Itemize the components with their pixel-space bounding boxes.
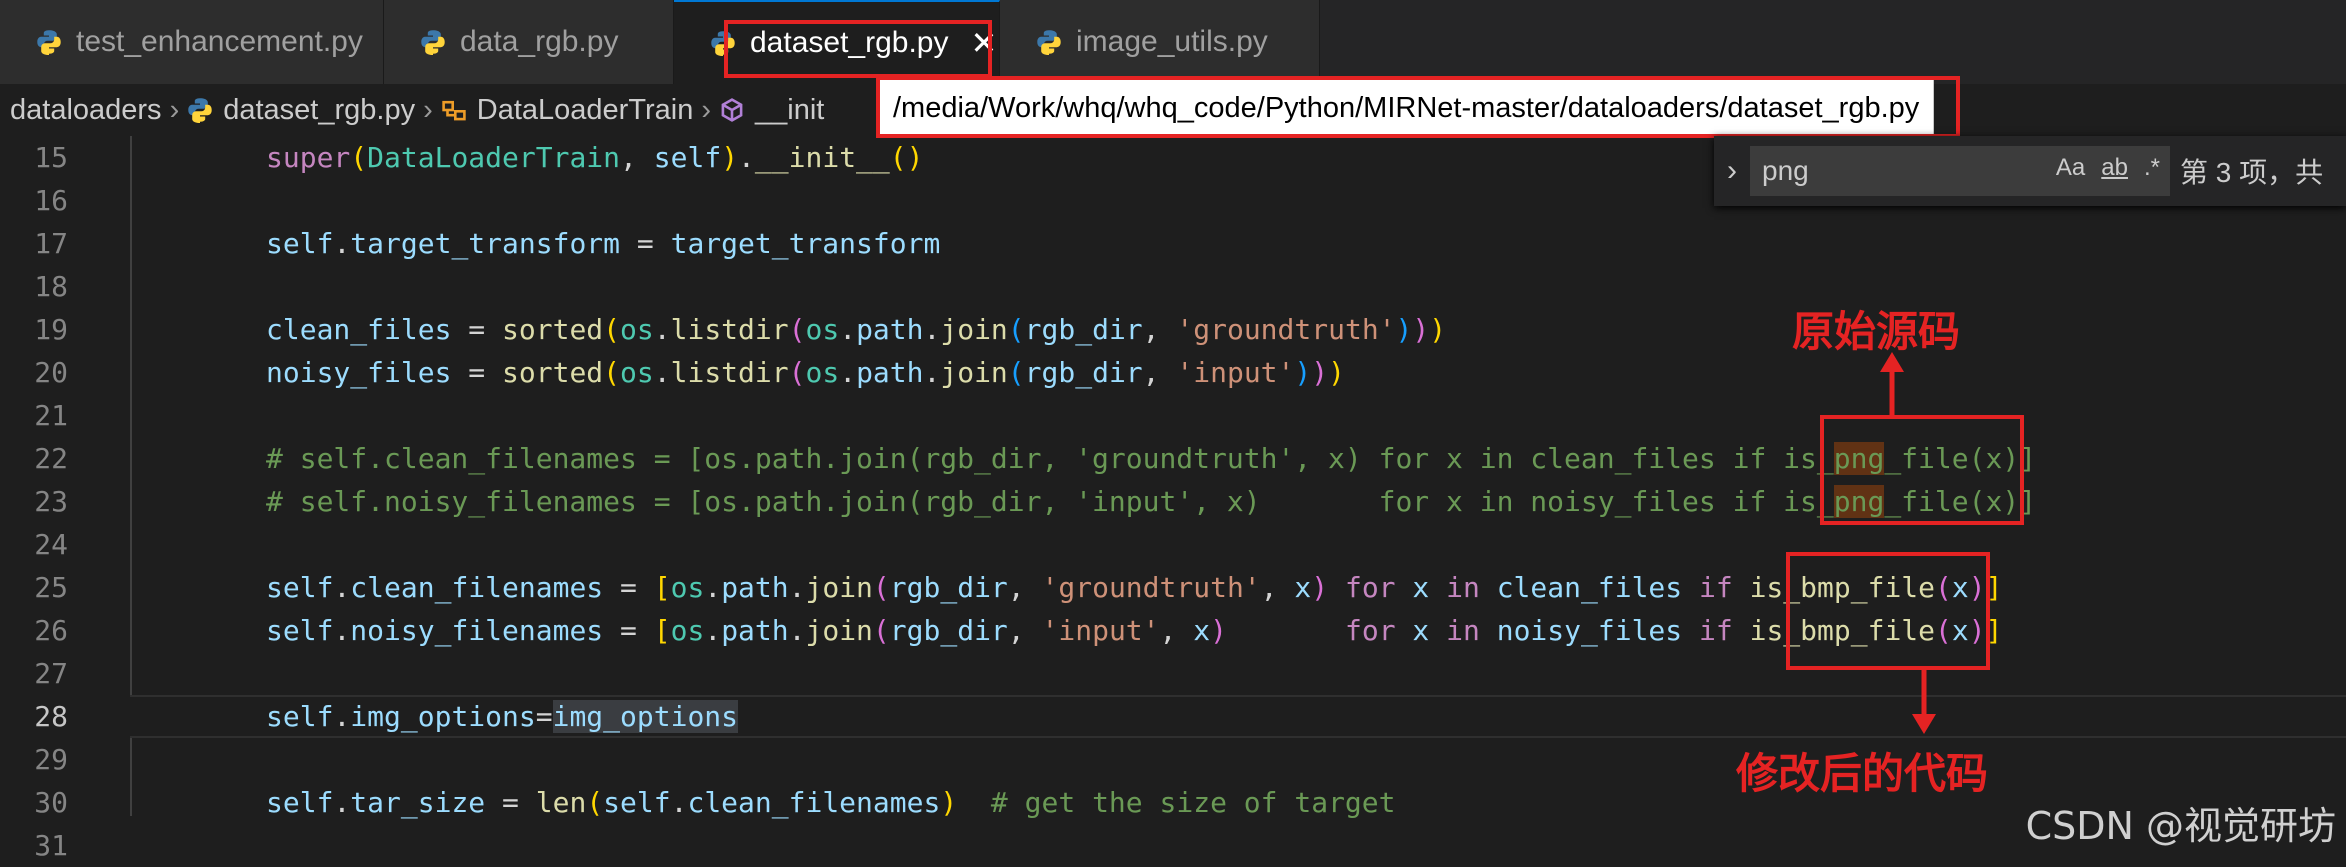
line-number: 29 <box>34 743 68 776</box>
code-line[interactable]: 18 <box>0 265 2346 308</box>
code-text: super(DataLoaderTrain, self).__init__() <box>266 141 924 174</box>
tab-label: image_utils.py <box>1076 25 1268 58</box>
code-text: noisy_files = sorted(os.listdir(os.path.… <box>266 356 1345 389</box>
breadcrumb-folder[interactable]: dataloaders <box>10 94 162 127</box>
class-symbol-icon <box>442 100 466 121</box>
line-number: 25 <box>34 571 68 604</box>
find-widget: › png Aa ab .* 第 3 项，共 <box>1714 136 2346 206</box>
method-symbol-icon <box>721 98 743 122</box>
chevron-right-icon: › <box>701 93 711 126</box>
file-path-highlight-box <box>876 76 1960 138</box>
line-number: 20 <box>34 356 68 389</box>
line-number: 30 <box>34 786 68 819</box>
code-line[interactable]: 27 <box>0 652 2346 695</box>
line-number: 28 <box>34 700 68 733</box>
line-number: 24 <box>34 528 68 561</box>
tab-bar: test_enhancement.py data_rgb.py dataset_… <box>0 0 2346 84</box>
code-comment: # self.clean_filenames = [os.path.join(r… <box>266 442 2037 475</box>
code-line[interactable]: 26 self.noisy_filenames = [os.path.join(… <box>0 609 2346 652</box>
code-line[interactable]: 20 noisy_files = sorted(os.listdir(os.pa… <box>0 351 2346 394</box>
code-line[interactable]: 30 self.tar_size = len(self.clean_filena… <box>0 781 2346 824</box>
whole-word-toggle[interactable]: ab <box>2101 154 2128 182</box>
code-line-current[interactable]: 28 self.img_options=img_options <box>0 695 2346 738</box>
find-options: Aa ab .* <box>2056 154 2160 182</box>
line-number: 31 <box>34 829 68 862</box>
code-line[interactable]: 19 clean_files = sorted(os.listdir(os.pa… <box>0 308 2346 351</box>
line-number: 17 <box>34 227 68 260</box>
watermark: CSDN @视觉研坊 <box>2025 804 2336 848</box>
tab-label: data_rgb.py <box>460 25 619 58</box>
chevron-right-icon: › <box>423 93 433 126</box>
tab-bar-empty <box>1320 0 2346 84</box>
tab-label: test_enhancement.py <box>76 25 363 58</box>
breadcrumb-file[interactable]: dataset_rgb.py <box>223 94 415 127</box>
code-text: self.target_transform = target_transform <box>266 227 941 260</box>
breadcrumb-method[interactable]: __init <box>755 94 824 127</box>
active-tab-highlight-box <box>724 20 992 78</box>
chevron-right-icon[interactable]: › <box>1714 154 1750 188</box>
code-text: self.noisy_filenames = [os.path.join(rgb… <box>266 614 2003 647</box>
find-result-count: 第 3 项，共 <box>2180 157 2324 188</box>
breadcrumb-class[interactable]: DataLoaderTrain <box>477 94 694 127</box>
python-file-icon <box>37 30 61 55</box>
code-text: self.clean_filenames = [os.path.join(rgb… <box>266 571 2003 604</box>
code-text: self.tar_size = len(self.clean_filenames… <box>266 786 1396 819</box>
python-file-icon <box>188 98 212 123</box>
code-line[interactable]: 24 <box>0 523 2346 566</box>
line-number: 21 <box>34 399 68 432</box>
original-code-highlight-box <box>1820 415 2024 525</box>
code-line[interactable]: 25 self.clean_filenames = [os.path.join(… <box>0 566 2346 609</box>
annotation-modified: 修改后的代码 <box>1736 749 1989 798</box>
annotation-original: 原始源码 <box>1792 307 1961 356</box>
python-file-icon <box>421 30 445 55</box>
code-line[interactable]: 31 <box>0 824 2346 867</box>
code-line[interactable]: 17 self.target_transform = target_transf… <box>0 222 2346 265</box>
tab-test-enhancement[interactable]: test_enhancement.py <box>0 0 384 84</box>
line-number: 18 <box>34 270 68 303</box>
python-file-icon <box>1037 30 1061 55</box>
line-number: 19 <box>34 313 68 346</box>
code-text: clean_files = sorted(os.listdir(os.path.… <box>266 313 1447 346</box>
line-number: 22 <box>34 442 68 475</box>
match-case-toggle[interactable]: Aa <box>2056 154 2085 182</box>
modified-code-highlight-box <box>1786 552 1990 670</box>
line-number: 27 <box>34 657 68 690</box>
code-text: self.img_options=img_options <box>266 700 739 733</box>
tab-image-utils[interactable]: image_utils.py <box>1000 0 1320 84</box>
tab-data-rgb[interactable]: data_rgb.py <box>384 0 674 84</box>
code-line[interactable]: 29 <box>0 738 2346 781</box>
regex-toggle[interactable]: .* <box>2144 154 2160 182</box>
code-comment: # self.noisy_filenames = [os.path.join(r… <box>266 485 2037 518</box>
line-number: 16 <box>34 184 68 217</box>
find-query: png <box>1762 155 1809 186</box>
find-input[interactable]: png Aa ab .* <box>1750 146 2170 196</box>
line-number: 23 <box>34 485 68 518</box>
line-number: 26 <box>34 614 68 647</box>
line-number: 15 <box>34 141 68 174</box>
chevron-right-icon: › <box>169 93 180 126</box>
